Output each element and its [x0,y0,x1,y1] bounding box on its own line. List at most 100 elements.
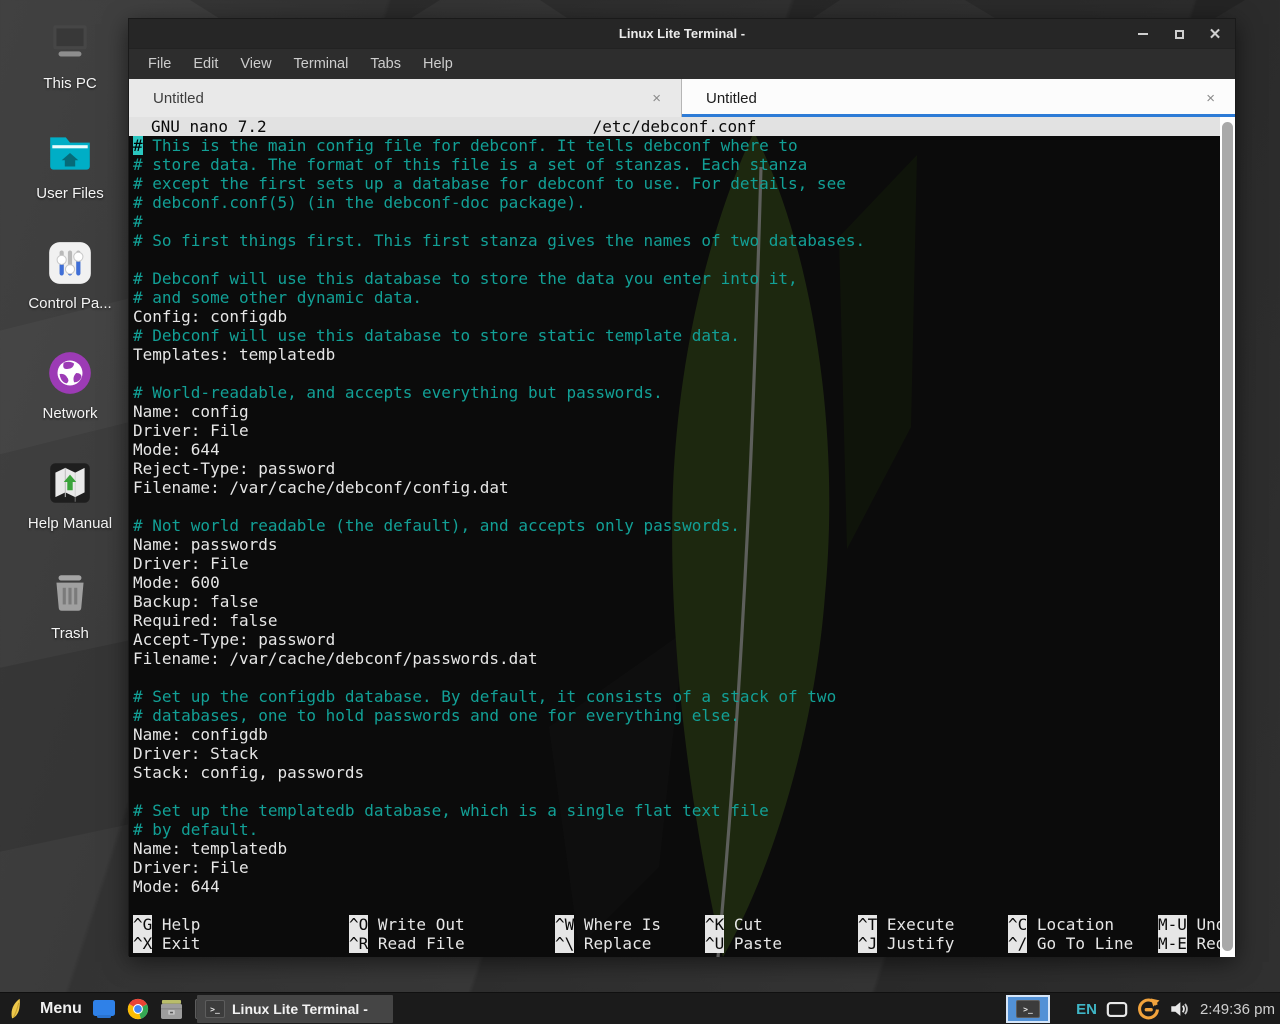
chrome-icon[interactable] [126,997,150,1021]
file-line: Config: configdb [133,307,1219,326]
close-icon: ✕ [1209,27,1222,42]
shortcut-key: ^R [349,934,368,953]
nano-shortcut-cut: ^K Cut [705,915,763,934]
maximize-icon [1175,30,1184,39]
file-line: # debconf.conf(5) (in the debconf-doc pa… [133,193,1219,212]
keyboard-layout-indicator[interactable]: EN [1076,1001,1097,1018]
shortcut-key: ^X [133,934,152,953]
shortcut-key: ^K [705,915,724,934]
text-cursor: # [133,136,143,155]
shortcut-key: M-U [1158,915,1187,934]
terminal-tab-1[interactable]: Untitled× [129,79,682,117]
nano-shortcut-write-out: ^O Write Out [349,915,465,934]
file-line: Reject-Type: password [133,459,1219,478]
window-title: Linux Lite Terminal - [129,26,1235,41]
desktop-icon-column: This PC User Files [12,18,128,678]
nano-shortcut-exit: ^X Exit [133,934,200,953]
file-manager-icon[interactable] [92,997,116,1021]
nano-shortcut-location: ^C Location [1008,915,1114,934]
terminal-tab-2[interactable]: Untitled× [682,79,1235,117]
file-line: # Not world readable (the default), and … [133,516,1219,535]
menu-button[interactable] [6,997,30,1021]
taskbar: Menu [0,992,1280,1024]
file-line: # except the first sets up a database fo… [133,174,1219,193]
file-line: # So first things first. This first stan… [133,231,1219,250]
network-globe-icon [45,348,95,398]
archive-icon[interactable] [160,997,184,1021]
terminal-scrollbar[interactable] [1220,117,1235,957]
desktop-icon-help-manual[interactable]: Help Manual [12,458,128,568]
shortcut-key: ^C [1008,915,1027,934]
minimize-icon [1138,33,1148,35]
tab-close-icon[interactable]: × [646,88,667,109]
shortcut-key: M-E [1158,934,1187,953]
computer-icon [45,18,95,68]
folder-home-icon [45,128,95,178]
tab-label: Untitled [153,90,646,107]
clock[interactable]: 2:49:36 pm [1200,1001,1275,1018]
nano-shortcut-execute: ^T Execute [858,915,954,934]
menu-item-tabs[interactable]: Tabs [359,51,412,77]
blank-line [133,668,1219,687]
menu-item-view[interactable]: View [229,51,282,77]
file-line: Driver: File [133,554,1219,573]
file-line: Backup: false [133,592,1219,611]
file-line: # This is the main config file for debco… [133,136,1219,155]
minimize-button[interactable] [1135,26,1151,42]
shortcut-key: ^T [858,915,877,934]
nano-titlebar: GNU nano 7.2 /etc/debconf.conf [129,117,1235,136]
nano-shortcut-read-file: ^R Read File [349,934,465,953]
file-line: Name: config [133,402,1219,421]
desktop-icon-label: User Files [36,185,104,202]
taskbar-window-button[interactable]: >_ Linux Lite Terminal - [197,995,393,1023]
file-line: # databases, one to hold passwords and o… [133,706,1219,725]
menu-item-help[interactable]: Help [412,51,464,77]
maximize-button[interactable] [1171,26,1187,42]
blank-line [133,250,1219,269]
file-line: Mode: 644 [133,877,1219,896]
help-manual-icon [45,458,95,508]
file-content: # This is the main config file for debco… [133,136,1219,896]
terminal-window: Linux Lite Terminal - ✕ FileEditViewTerm… [128,18,1236,956]
file-line: # Set up the configdb database. By defau… [133,687,1219,706]
volume-icon[interactable] [1169,997,1189,1021]
shortcut-key: ^/ [1008,934,1027,953]
desktop-icon-label: Help Manual [28,515,112,532]
desktop-icon-trash[interactable]: Trash [12,568,128,678]
display-icon[interactable] [1106,997,1128,1021]
scrollbar-thumb[interactable] [1222,122,1233,951]
desktop-icon-this-pc[interactable]: This PC [12,18,128,128]
file-line: Driver: Stack [133,744,1219,763]
file-line: # World-readable, and accepts everything… [133,383,1219,402]
file-line: Name: configdb [133,725,1219,744]
file-line: # and some other dynamic data. [133,288,1219,307]
taskbar-window-title: Linux Lite Terminal - [232,1001,368,1017]
nano-shortcut-help: ^G Help [133,915,200,934]
blank-line [133,497,1219,516]
terminal-screen[interactable]: GNU nano 7.2 /etc/debconf.conf # This is… [129,117,1235,957]
close-button[interactable]: ✕ [1207,26,1223,42]
menu-item-edit[interactable]: Edit [182,51,229,77]
menu-item-file[interactable]: File [137,51,182,77]
tray-terminal-button[interactable]: >_ [1006,995,1050,1023]
tab-label: Untitled [706,90,1200,107]
desktop-icon-network[interactable]: Network [12,348,128,458]
file-line: Driver: File [133,421,1219,440]
file-line: Name: passwords [133,535,1219,554]
terminal-icon: >_ [205,1000,225,1018]
file-line: # by default. [133,820,1219,839]
file-line: Mode: 600 [133,573,1219,592]
file-line: Filename: /var/cache/debconf/config.dat [133,478,1219,497]
desktop-icon-control-panel[interactable]: Control Pa... [12,238,128,348]
file-line: Accept-Type: password [133,630,1219,649]
window-titlebar[interactable]: Linux Lite Terminal - ✕ [129,19,1235,49]
file-line: # Debconf will use this database to stor… [133,269,1219,288]
desktop-icon-label: This PC [43,75,96,92]
desktop-icon-label: Network [42,405,97,422]
system-tray: EN 2:49:36 pm [1076,993,1275,1024]
desktop-icon-user-files[interactable]: User Files [12,128,128,238]
menu-item-terminal[interactable]: Terminal [283,51,360,77]
menu-label[interactable]: Menu [40,1000,82,1018]
updates-icon[interactable] [1137,997,1160,1021]
tab-close-icon[interactable]: × [1200,88,1221,109]
